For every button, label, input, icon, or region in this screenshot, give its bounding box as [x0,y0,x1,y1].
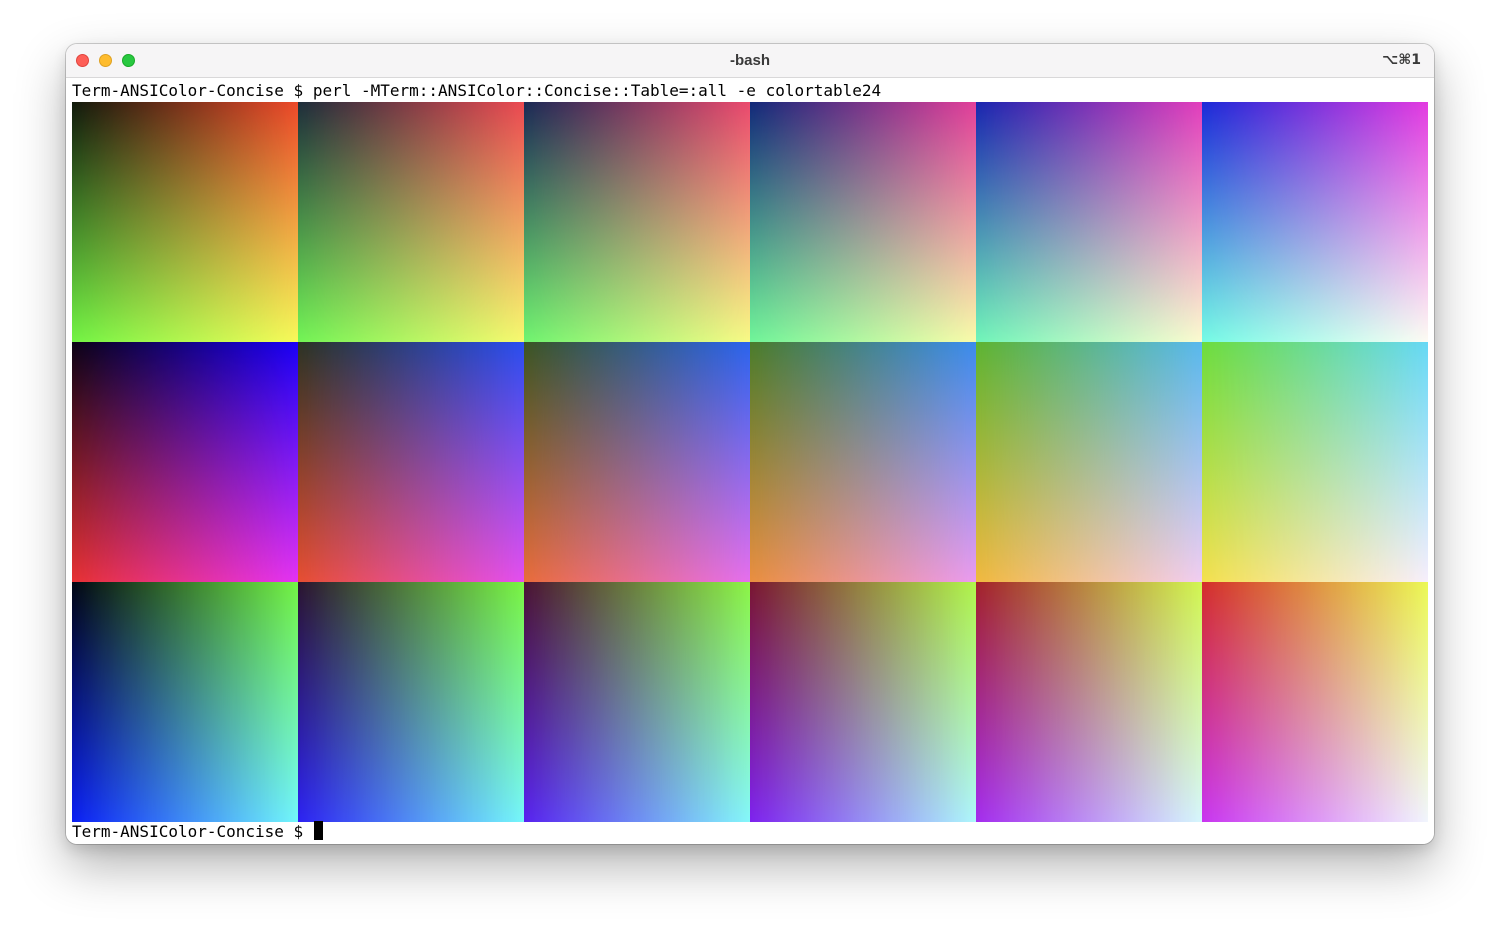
color-block [72,582,298,822]
color-block [298,582,524,822]
color-block [1202,102,1428,342]
text-cursor [313,821,323,840]
color-block [298,102,524,342]
title-bar[interactable]: -bash ⌥⌘1 [66,44,1434,78]
color-block [72,342,298,582]
prompt-text: Term-ANSIColor-Concise $ [72,822,313,841]
color-block [524,582,750,822]
window-title: -bash [729,52,770,69]
color-block [976,102,1202,342]
color-block [976,582,1202,822]
color-block [750,342,976,582]
window-shortcut-label: ⌥⌘1 [1382,52,1421,68]
prompt-line[interactable]: Term-ANSIColor-Concise $ [72,820,323,844]
color-block [976,342,1202,582]
command-line: Term-ANSIColor-Concise $ perl -MTerm::AN… [72,81,882,100]
color-block [1202,342,1428,582]
color-block [524,102,750,342]
color-block [524,342,750,582]
color-block [1202,582,1428,822]
color-block [750,582,976,822]
terminal-content[interactable]: Term-ANSIColor-Concise $ perl -MTerm::AN… [66,78,1434,844]
color-block [72,102,298,342]
color-block [298,342,524,582]
terminal-window: -bash ⌥⌘1 Term-ANSIColor-Concise $ perl … [66,44,1434,844]
color-block [750,102,976,342]
color-table [72,102,1428,822]
